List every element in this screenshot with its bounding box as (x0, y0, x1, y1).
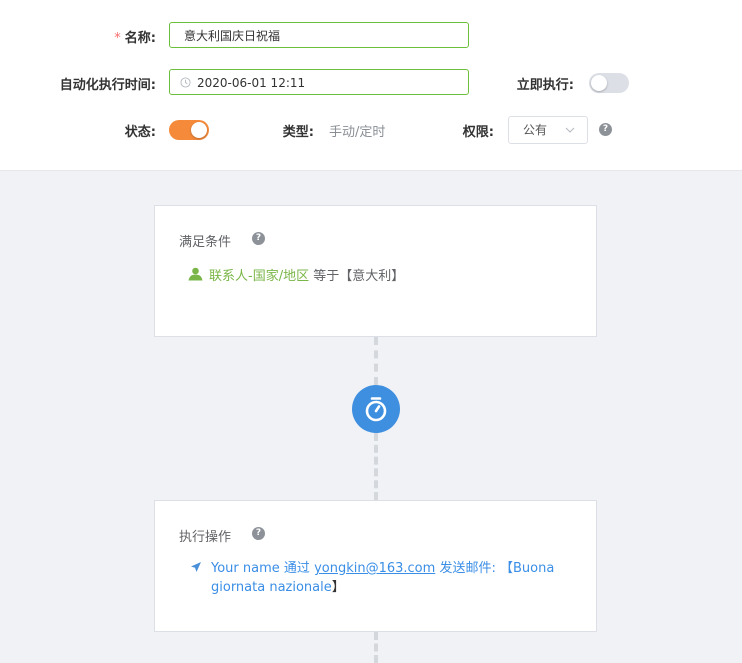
connector-line (374, 433, 378, 500)
action-via: 通过 (283, 561, 310, 576)
help-icon[interactable]: ? (252, 527, 265, 540)
type-label: 类型: (282, 125, 314, 140)
permission-label: 权限: (462, 125, 494, 140)
condition-rule: 联系人-国家/地区 等于【意大利】 (188, 265, 404, 284)
action-sender: Your name (211, 561, 280, 576)
action-subject: 【Buona (499, 561, 555, 576)
user-icon (188, 267, 203, 281)
action-title: 执行操作 (179, 530, 232, 545)
chevron-down-icon (565, 127, 575, 133)
run-now-label: 立即执行: (516, 78, 574, 93)
toggle-knob (591, 75, 607, 91)
help-icon[interactable]: ? (252, 232, 265, 245)
connector-line (374, 632, 378, 663)
condition-card[interactable]: 满足条件 ? 联系人-国家/地区 等于【意大利】 (154, 205, 597, 337)
toggle-knob (191, 122, 207, 138)
action-description: Your name 通过 yongkin@163.com 发送邮件: 【Buon… (211, 559, 571, 597)
clock-icon (180, 77, 191, 88)
name-input[interactable]: 意大利国庆日祝福 (169, 22, 469, 48)
time-input[interactable]: 2020-06-01 12:11 (169, 69, 469, 95)
condition-field: 联系人-国家/地区 (209, 269, 310, 284)
condition-title: 满足条件 (179, 235, 232, 250)
time-label: 自动化执行时间: (59, 78, 156, 93)
required-mark: * (114, 31, 121, 46)
action-card[interactable]: 执行操作 ? Your name 通过 yongkin@163.com 发送邮件… (154, 500, 597, 632)
time-value: 2020-06-01 12:11 (197, 76, 306, 90)
connector-line (374, 337, 378, 385)
permission-select[interactable]: 公有 (508, 116, 588, 144)
action-subject-close: 】 (331, 580, 345, 595)
action-type: 发送邮件: (439, 561, 496, 576)
timer-icon (365, 397, 387, 422)
name-label: * 名称: (114, 31, 156, 46)
automation-form: * 名称: 意大利国庆日祝福 自动化执行时间: 2020-06-01 12:11 … (0, 0, 742, 171)
status-label: 状态: (124, 125, 156, 140)
help-icon[interactable]: ? (599, 123, 612, 136)
status-toggle[interactable] (169, 120, 209, 140)
send-icon (191, 562, 201, 572)
run-now-toggle[interactable] (589, 73, 629, 93)
action-subject-cont: giornata nazionale (211, 580, 332, 595)
type-value: 手动/定时 (329, 125, 386, 140)
condition-value: 【意大利】 (339, 269, 405, 284)
timer-node[interactable] (352, 385, 400, 433)
permission-value: 公有 (523, 123, 548, 137)
email-link[interactable]: yongkin@163.com (314, 561, 435, 576)
condition-operator: 等于 (313, 269, 340, 284)
